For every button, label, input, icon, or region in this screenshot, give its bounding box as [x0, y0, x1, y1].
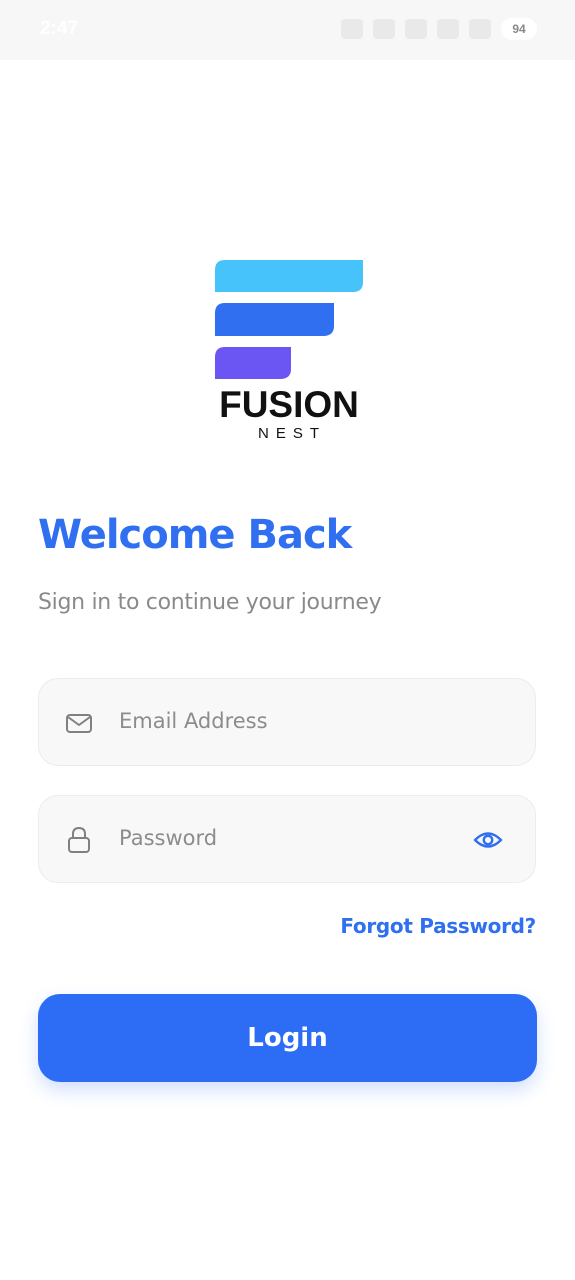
email-input[interactable]: [119, 703, 449, 739]
password-field[interactable]: [38, 795, 536, 883]
eye-icon[interactable]: [473, 826, 503, 854]
logo-wordmark: FUSION: [219, 384, 359, 425]
status-bar: 2:47 94: [0, 0, 575, 60]
lock-icon: [68, 826, 90, 853]
page-title: Welcome Back: [38, 512, 352, 558]
password-input[interactable]: [119, 820, 449, 856]
forgot-password-link[interactable]: Forgot Password?: [340, 914, 536, 938]
status-time: 2:47: [40, 18, 79, 39]
cellular-icon: [469, 19, 491, 39]
fusion-nest-logo: FUSION NEST: [213, 258, 365, 444]
logo-subtitle: NEST: [257, 425, 326, 442]
signal-icon: [341, 19, 363, 39]
status-icons: 94: [341, 18, 537, 40]
logo-mark-icon: [215, 260, 363, 379]
mail-icon: [66, 714, 92, 733]
battery-indicator: 94: [501, 18, 537, 40]
hotspot-icon: [373, 19, 395, 39]
email-field[interactable]: [38, 678, 536, 766]
page-subtitle: Sign in to continue your journey: [38, 590, 382, 615]
sim-icon: [437, 19, 459, 39]
login-button[interactable]: Login: [38, 994, 537, 1082]
wifi-icon: [405, 19, 427, 39]
